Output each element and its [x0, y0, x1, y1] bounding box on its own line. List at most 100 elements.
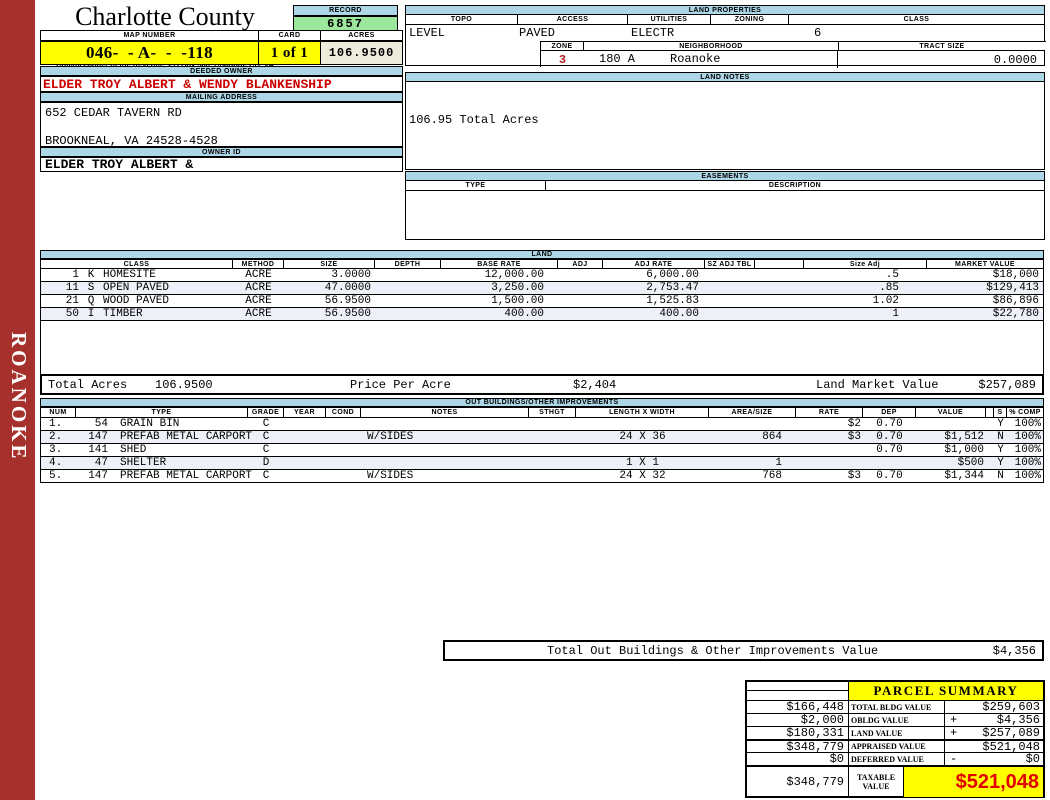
col-year: YEAR — [284, 408, 326, 417]
col-rate: RATE — [796, 408, 863, 417]
land-notes-section: LAND NOTES 106.95 Total Acres — [405, 72, 1045, 170]
class-label: CLASS — [903, 16, 930, 23]
outbuilding-row: 3. 141 SHED C 0.70 $1,000 Y 100% — [41, 444, 1043, 457]
land-properties-title: LAND PROPERTIES — [406, 6, 1044, 15]
address-line-2: BROOKNEAL, VA 24528-4528 — [45, 134, 218, 148]
easements-labels: TYPE DESCRIPTION — [406, 181, 1044, 191]
col-size: SIZE — [284, 260, 375, 268]
parcel-summary-header: PARCEL SUMMARY — [747, 682, 1043, 700]
land-row: 21 Q WOOD PAVED ACRE 56.9500 1,500.00 1,… — [41, 295, 1043, 308]
card-value: 1 of 1 — [259, 42, 321, 64]
zone-value: 3 — [558, 52, 567, 67]
price-per-acre-label: Price Per Acre — [350, 377, 451, 392]
owner-id-label: OWNER ID — [40, 147, 403, 157]
outbuildings-total-label: Total Out Buildings & Other Improvements… — [547, 643, 879, 658]
col-class: CLASS — [41, 260, 233, 268]
outbuildings-title: OUT BUILDINGS/OTHER IMPROVEMENTS — [41, 398, 1043, 407]
taxable-value: $521,048 — [904, 767, 1043, 797]
outbuildings-total-value: $4,356 — [992, 643, 1036, 658]
topo-value: LEVEL — [409, 26, 446, 40]
col-method: METHOD — [233, 260, 284, 268]
total-acres-value: 106.9500 — [155, 377, 213, 392]
zoning-label: ZONING — [711, 15, 789, 24]
prior-value-column-header — [747, 682, 849, 700]
summary-row: $180,331 LAND VALUE + $257,089 — [747, 726, 1043, 740]
land-row: 1 K HOMESITE ACRE 3.0000 12,000.00 6,000… — [41, 269, 1043, 282]
total-acres-label: Total Acres — [48, 377, 128, 392]
address-line-1: 652 CEDAR TAVERN RD — [45, 106, 182, 120]
zone-label: ZONE — [541, 42, 584, 50]
neighborhood-label: NEIGHBORHOOD — [584, 42, 839, 50]
col-length-width: LENGTH X WIDTH — [576, 408, 709, 417]
deeded-owner-value: ELDER TROY ALBERT & WENDY BLANKENSHIP — [40, 76, 403, 92]
col-dep: DEP — [863, 408, 916, 417]
land-table-header: CLASS METHOD SIZE DEPTH BASE RATE ADJ AD… — [41, 259, 1043, 269]
easements-title: EASEMENTS — [406, 172, 1044, 181]
zone-labels: ZONE NEIGHBORHOOD TRACT SIZE — [541, 42, 1045, 51]
mailing-address-label: MAILING ADDRESS — [40, 92, 403, 102]
col-blank — [755, 260, 804, 268]
district-label: ROANOKE — [7, 332, 31, 462]
col-sz-adj-tbl: SZ ADJ TBL — [705, 260, 755, 268]
record-label: RECORD — [293, 5, 398, 16]
deeded-owner-label: DEEDED OWNER — [40, 66, 403, 76]
col-num: NUM — [41, 408, 76, 417]
taxable-value-row: $348,779 TAXABLE VALUE $521,048 — [747, 765, 1043, 797]
land-table: LAND CLASS METHOD SIZE DEPTH BASE RATE A… — [40, 250, 1044, 374]
summary-row: $166,448 TOTAL BLDG VALUE $259,603 — [747, 700, 1043, 714]
map-number-label: MAP NUMBER — [41, 31, 259, 40]
col-base-rate: BASE RATE — [441, 260, 558, 268]
outbuilding-row: 1. 54 GRAIN BIN C $2 0.70 Y 100% — [41, 418, 1043, 431]
owner-id-value: ELDER TROY ALBERT & — [40, 157, 403, 172]
col-market-value: MARKET VALUE — [955, 260, 1015, 268]
map-number-value: 046- - A- - -118 — [41, 42, 259, 64]
outbuildings-header: NUM TYPE GRADE YEAR COND NOTES STHGT LEN… — [41, 407, 1043, 418]
district-sidebar: ROANOKE — [0, 0, 35, 800]
parcel-summary-title: PARCEL SUMMARY — [849, 682, 1043, 700]
col-area-size: AREA/SIZE — [709, 408, 796, 417]
parcel-summary: PARCEL SUMMARY $166,448 TOTAL BLDG VALUE… — [745, 680, 1045, 798]
property-record-card: ROANOKE Charlotte County Virginia Commis… — [0, 0, 1050, 800]
summary-row: $2,000 OBLDG VALUE + $4,356 — [747, 713, 1043, 727]
col-notes: NOTES — [361, 408, 529, 417]
summary-row: $348,779 APPRAISED VALUE $521,048 — [747, 739, 1043, 754]
taxable-prior-value: $348,779 — [747, 767, 849, 797]
col-adj-rate: ADJ RATE — [603, 260, 705, 268]
zone-neighborhood-box: ZONE NEIGHBORHOOD TRACT SIZE 3 180 A Roa… — [540, 41, 1046, 68]
land-table-title: LAND — [41, 250, 1043, 259]
easement-description-label: DESCRIPTION — [768, 182, 822, 189]
land-row: 11 S OPEN PAVED ACRE 47.0000 3,250.00 2,… — [41, 282, 1043, 295]
neighborhood-name: Roanoke — [670, 52, 721, 66]
col-type: TYPE — [76, 408, 248, 417]
land-properties-section: LAND PROPERTIES TOPO ACCESS UTILITIES ZO… — [405, 5, 1046, 68]
easements-section: EASEMENTS TYPE DESCRIPTION — [405, 171, 1045, 240]
land-row: 50 I TIMBER ACRE 56.9500 400.00 400.00 1… — [41, 308, 1043, 321]
taxable-value-label: TAXABLE VALUE — [849, 767, 904, 797]
col-blank — [986, 408, 994, 417]
outbuilding-row: 2. 147 PREFAB METAL CARPORT C W/SIDES 24… — [41, 431, 1043, 444]
map-card-acres-labels: MAP NUMBER CARD ACRES — [40, 30, 403, 41]
tract-size-label: TRACT SIZE — [919, 42, 965, 50]
land-notes-title: LAND NOTES — [406, 73, 1044, 82]
outbuildings-total-bar: Total Out Buildings & Other Improvements… — [443, 640, 1044, 661]
topo-label: TOPO — [406, 15, 518, 24]
access-value: PAVED — [519, 26, 556, 40]
card-label: CARD — [259, 31, 321, 40]
col-value: VALUE — [916, 408, 986, 417]
map-card-acres-values: 046- - A- - -118 1 of 1 106.9500 — [40, 41, 403, 65]
col-pct-comp: % COMP — [1009, 409, 1041, 416]
acres-value: 106.9500 — [321, 42, 402, 64]
neighborhood-code: 180 A — [599, 52, 636, 66]
col-size-adj: Size Adj — [804, 260, 927, 268]
summary-row: $0 DEFERRED VALUE - $0 — [747, 752, 1043, 766]
utilities-value: ELECTR — [631, 26, 675, 40]
outbuilding-row: 5. 147 PREFAB METAL CARPORT C W/SIDES 24… — [41, 470, 1043, 483]
outbuilding-row: 4. 47 SHELTER D 1 X 1 1 $500 Y 100% — [41, 457, 1043, 470]
col-grade: GRADE — [248, 408, 284, 417]
col-s: S — [994, 408, 1007, 417]
access-label: ACCESS — [518, 15, 628, 24]
col-depth: DEPTH — [375, 260, 441, 268]
land-market-value: $257,089 — [978, 377, 1036, 392]
class-value: 6 — [814, 26, 822, 40]
land-properties-labels: TOPO ACCESS UTILITIES ZONING CLASS — [406, 15, 1044, 25]
